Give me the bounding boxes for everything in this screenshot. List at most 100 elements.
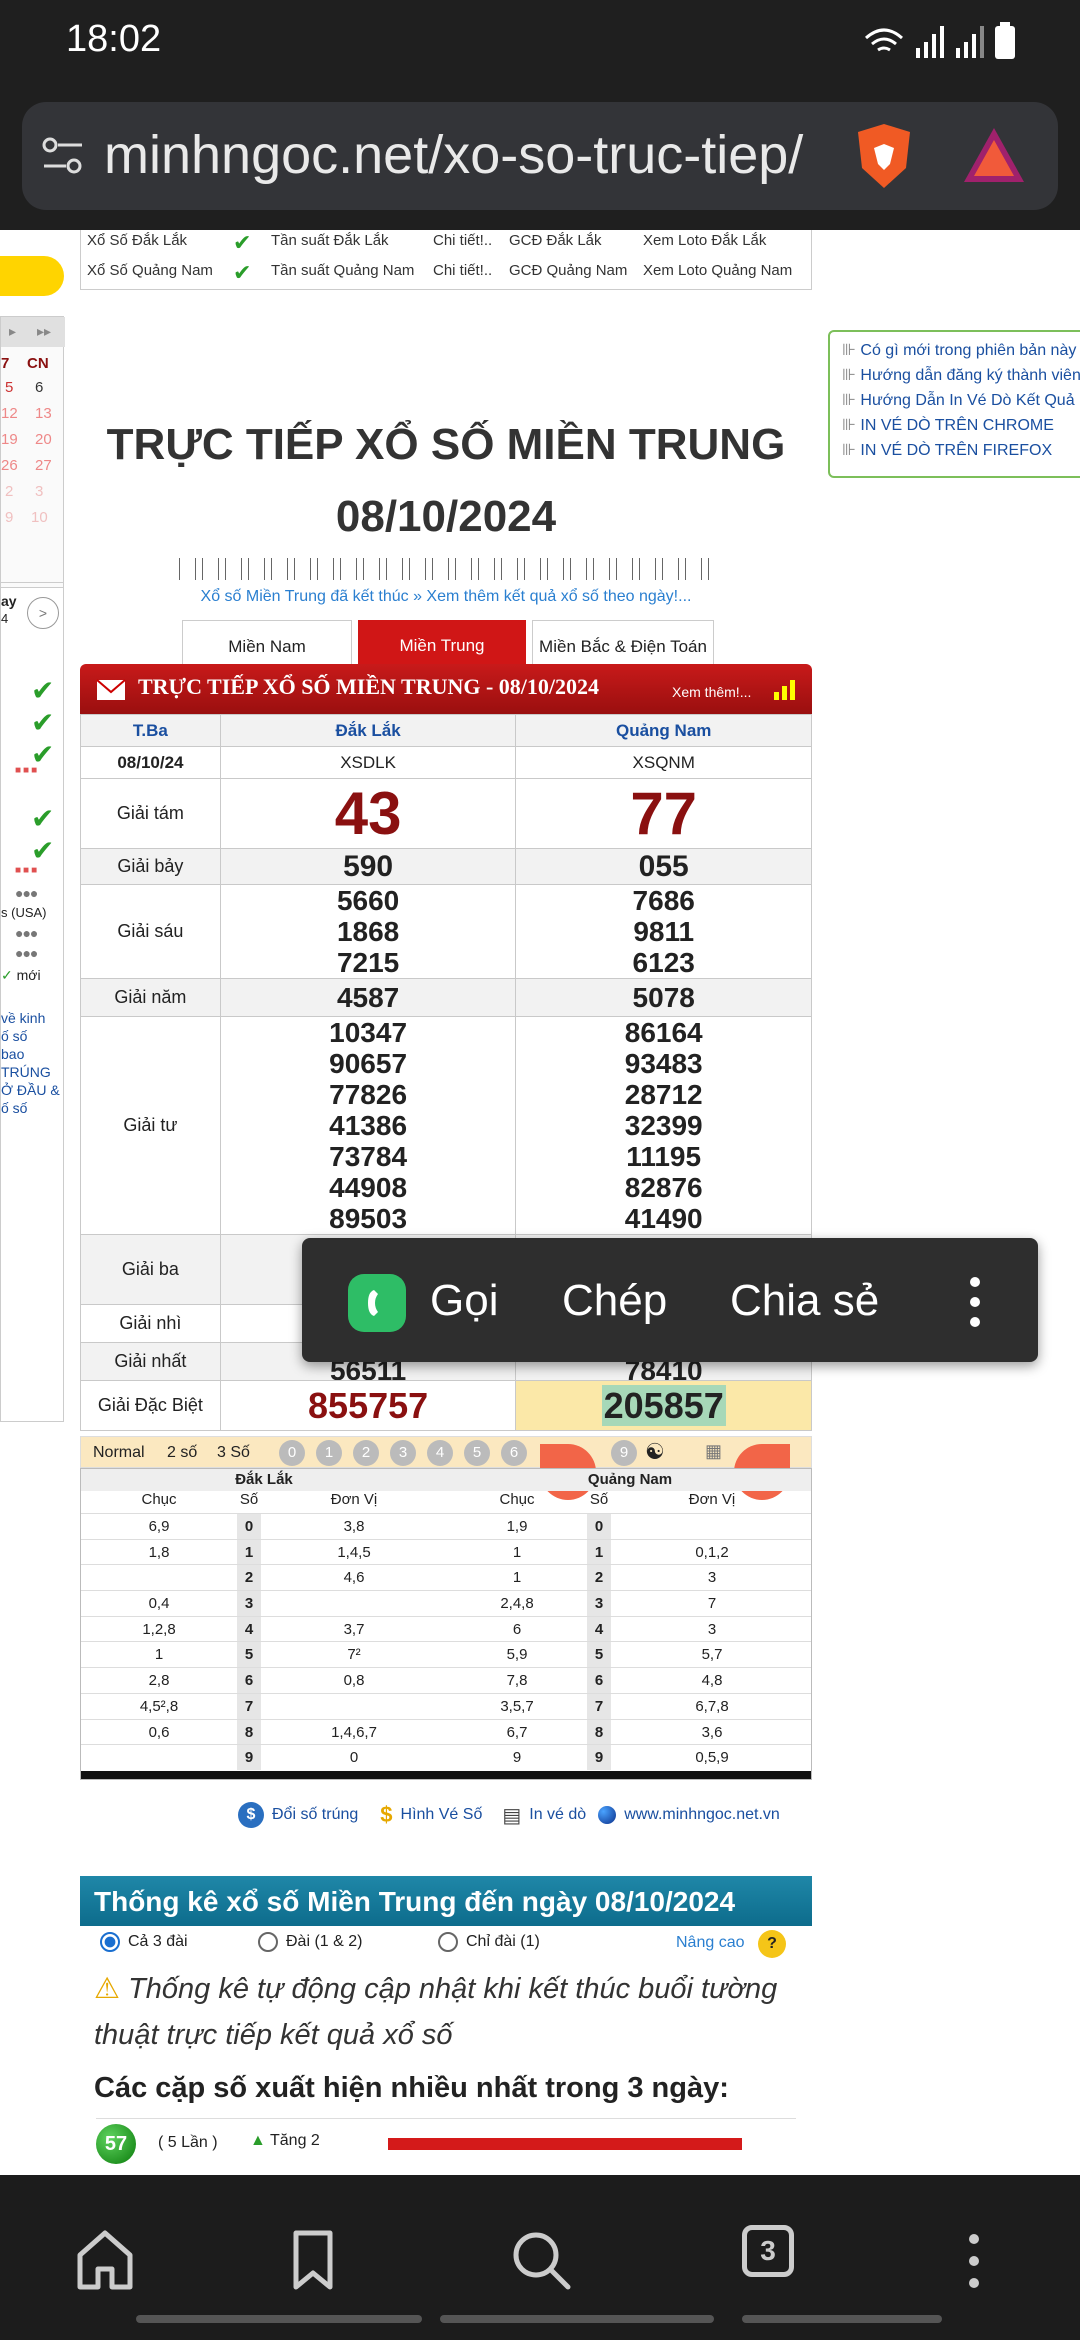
link-chitiet[interactable]: Chi tiết!.. bbox=[433, 262, 492, 279]
next-icon[interactable]: > bbox=[27, 597, 59, 629]
loto-cell: 6 bbox=[237, 1668, 261, 1693]
loto-cell: 1 bbox=[154, 1646, 164, 1664]
filter-2so[interactable]: 2 số bbox=[167, 1444, 197, 1462]
radio[interactable] bbox=[438, 1932, 458, 1952]
bottom-toolbar: 3 bbox=[0, 2175, 1080, 2340]
print-icon[interactable]: ▦ bbox=[705, 1441, 722, 1462]
digit-button[interactable]: 1 bbox=[316, 1440, 342, 1466]
gesture-bar bbox=[742, 2315, 942, 2323]
link-gcd-quangnam[interactable]: GCĐ Quảng Nam bbox=[509, 262, 627, 279]
menu-icon[interactable] bbox=[946, 2225, 1016, 2295]
link-in-ve[interactable]: In vé dò bbox=[529, 1806, 586, 1824]
left-links[interactable]: về kinh ố số bao TRÚNG Ở ĐẦU & ố số bbox=[1, 1009, 60, 1117]
finished-note[interactable]: Xổ số Miền Trung đã kết thúc » Xem thêm … bbox=[80, 588, 812, 606]
count-label: ( 5 Lần ) bbox=[158, 2134, 218, 2151]
digit-button[interactable]: 2 bbox=[353, 1440, 379, 1466]
prev-arrow-icon[interactable]: ▸ bbox=[9, 323, 16, 340]
cal-cell[interactable]: 6 bbox=[35, 379, 43, 396]
cal-cell[interactable]: 13 bbox=[35, 405, 52, 422]
brave-rewards-icon[interactable] bbox=[962, 126, 1026, 186]
cal-cell[interactable]: 9 bbox=[5, 509, 13, 526]
link-loto-quangnam[interactable]: Xem Loto Quảng Nam bbox=[643, 262, 792, 279]
search-icon[interactable] bbox=[506, 2225, 576, 2295]
left-link[interactable]: ố số bbox=[1, 1027, 60, 1045]
loto-row: 0,4 3 2,4,8 3 7 bbox=[81, 1590, 811, 1616]
cal-cell[interactable]: 19 bbox=[1, 431, 18, 448]
col-province-a[interactable]: Đắk Lắk bbox=[219, 714, 517, 747]
site-settings-icon[interactable] bbox=[42, 136, 84, 176]
advanced-link[interactable]: Nâng cao bbox=[676, 1934, 745, 1952]
copy-button[interactable]: Chép bbox=[562, 1276, 667, 1326]
cal-cell[interactable]: 3 bbox=[35, 483, 43, 500]
cal-cell[interactable]: 10 bbox=[31, 509, 48, 526]
help-link[interactable]: ⊪ Hướng dẫn đăng ký thành viên bbox=[842, 363, 1080, 388]
prize-label: Giải nhất bbox=[80, 1342, 221, 1381]
loto-cell: 2,4,8 bbox=[500, 1595, 534, 1613]
yellow-button[interactable] bbox=[0, 256, 64, 296]
left-link[interactable]: bao bbox=[1, 1045, 60, 1063]
cal-cell[interactable]: 27 bbox=[35, 457, 52, 474]
left-link[interactable]: ố số bbox=[1, 1099, 60, 1117]
digit-button[interactable]: 3 bbox=[390, 1440, 416, 1466]
digit-button[interactable]: 9 bbox=[611, 1440, 637, 1466]
radio[interactable] bbox=[258, 1932, 278, 1952]
next-arrow-icon[interactable]: ▸▸ bbox=[37, 323, 51, 340]
bookmark-icon[interactable] bbox=[278, 2225, 348, 2295]
option-label[interactable]: Chỉ đài (1) bbox=[466, 1933, 540, 1951]
link-loto-daklak[interactable]: Xem Loto Đắk Lắk bbox=[643, 232, 766, 249]
loto-cell: 1 bbox=[512, 1569, 522, 1587]
col-day: T.Ba bbox=[80, 714, 221, 747]
link-xs-quangnam[interactable]: Xổ Số Quảng Nam bbox=[87, 262, 213, 279]
more-options-icon[interactable] bbox=[968, 1274, 982, 1330]
radio-selected[interactable] bbox=[100, 1932, 120, 1952]
link-ts-quangnam[interactable]: Tần suất Quảng Nam bbox=[271, 262, 414, 279]
link-site[interactable]: www.minhngoc.net.vn bbox=[624, 1806, 780, 1824]
home-icon[interactable] bbox=[70, 2225, 140, 2295]
option-label[interactable]: Cả 3 đài bbox=[128, 1933, 258, 1951]
digit-button[interactable]: 0 bbox=[279, 1440, 305, 1466]
digit-button[interactable]: 5 bbox=[464, 1440, 490, 1466]
cal-cell[interactable]: 20 bbox=[35, 431, 52, 448]
loto-cell: 8 bbox=[237, 1719, 261, 1745]
help-link[interactable]: ⊪ IN VÉ DÒ TRÊN CHROME bbox=[842, 413, 1080, 438]
cal-cell[interactable]: 5 bbox=[5, 379, 13, 396]
option-label[interactable]: Đài (1 & 2) bbox=[286, 1933, 438, 1951]
prize-label: Giải ba bbox=[80, 1234, 221, 1305]
yinyang-icon[interactable]: ☯ bbox=[645, 1439, 665, 1465]
link-xs-daklak[interactable]: Xổ Số Đắk Lắk bbox=[87, 232, 187, 249]
link-ts-daklak[interactable]: Tần suất Đắk Lắk bbox=[271, 232, 389, 249]
call-button[interactable]: Gọi bbox=[430, 1276, 498, 1326]
share-button[interactable]: Chia sẻ bbox=[730, 1276, 879, 1326]
help-link[interactable]: ⊪ IN VÉ DÒ TRÊN FIREFOX bbox=[842, 438, 1080, 463]
help-link[interactable]: ⊪ Có gì mới trong phiên bản này bbox=[842, 338, 1080, 363]
prize-label: Giải bảy bbox=[80, 848, 221, 885]
help-icon[interactable]: ? bbox=[758, 1930, 786, 1958]
banner-more[interactable]: Xem thêm!... bbox=[672, 684, 751, 700]
tab-switcher-button[interactable]: 3 bbox=[742, 2225, 794, 2277]
link-hinh-ve[interactable]: Hình Vé Số bbox=[401, 1806, 483, 1824]
trend-label: ▲ Tăng 2 bbox=[250, 2132, 320, 2150]
exchange-icon: $ bbox=[238, 1802, 264, 1828]
link-gcd-daklak[interactable]: GCĐ Đắk Lắk bbox=[509, 232, 602, 249]
help-link[interactable]: ⊪ Hướng Dẫn In Vé Dò Kết Quả bbox=[842, 388, 1080, 413]
link-chitiet[interactable]: Chi tiết!.. bbox=[433, 232, 492, 249]
left-link[interactable]: Ở ĐẦU & bbox=[1, 1081, 60, 1099]
loto-cell: 0 bbox=[587, 1514, 611, 1539]
digit-button[interactable]: 6 bbox=[501, 1440, 527, 1466]
filter-3so[interactable]: 3 Số bbox=[217, 1444, 250, 1462]
url-text[interactable]: minhngoc.net/xo-so-truc-tiep/ bbox=[104, 124, 844, 186]
address-bar[interactable]: minhngoc.net/xo-so-truc-tiep/ bbox=[22, 102, 1058, 210]
cal-cell[interactable]: 2 bbox=[5, 483, 13, 500]
link-doi-so[interactable]: Đổi số trúng bbox=[272, 1806, 358, 1824]
phone-app-icon[interactable] bbox=[348, 1274, 406, 1332]
filter-normal[interactable]: Normal bbox=[93, 1444, 145, 1462]
signal-icons bbox=[865, 26, 984, 58]
left-link[interactable]: về kinh bbox=[1, 1009, 60, 1027]
usa-label[interactable]: s (USA) bbox=[1, 905, 47, 920]
cal-cell[interactable]: 12 bbox=[1, 405, 18, 422]
brave-shield-icon[interactable] bbox=[852, 122, 916, 192]
left-link[interactable]: TRÚNG bbox=[1, 1063, 60, 1081]
digit-button[interactable]: 4 bbox=[427, 1440, 453, 1466]
col-province-b[interactable]: Quảng Nam bbox=[515, 714, 812, 747]
cal-cell[interactable]: 26 bbox=[1, 457, 18, 474]
